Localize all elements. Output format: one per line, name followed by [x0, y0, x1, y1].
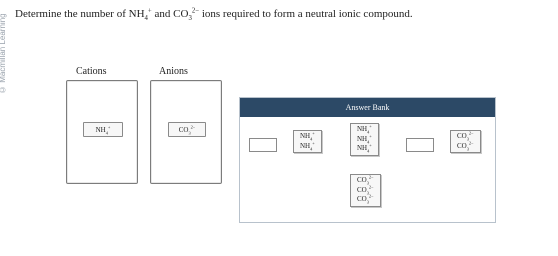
- nh4-x2-stack[interactable]: NH4+ NH4+: [293, 130, 322, 153]
- empty-slot-right[interactable]: [406, 138, 434, 152]
- question-text: Determine the number of NH4+ and CO32− i…: [15, 7, 413, 23]
- answer-bank-title: Answer Bank: [240, 98, 495, 117]
- answer-bank: Answer Bank NH4+ NH4+ NH4+ NH4+ NH4+ CO3…: [239, 97, 496, 223]
- co3-x3-stack[interactable]: CO32− CO32− CO32−: [350, 174, 381, 207]
- empty-slot-left[interactable]: [249, 138, 277, 152]
- cation-tile-nh4[interactable]: NH4+: [83, 122, 123, 137]
- anions-label: Anions: [159, 66, 188, 77]
- co3-x2-stack[interactable]: CO32− CO32−: [450, 130, 481, 153]
- anions-dropzone[interactable]: CO32−: [150, 80, 222, 184]
- cations-label: Cations: [76, 66, 107, 77]
- macmillan-watermark: © Macmillan Learning: [0, 13, 7, 94]
- nh4-x3-stack[interactable]: NH4+ NH4+ NH4+: [350, 123, 379, 156]
- cations-dropzone[interactable]: NH4+: [66, 80, 138, 184]
- anion-tile-co3[interactable]: CO32−: [168, 122, 206, 137]
